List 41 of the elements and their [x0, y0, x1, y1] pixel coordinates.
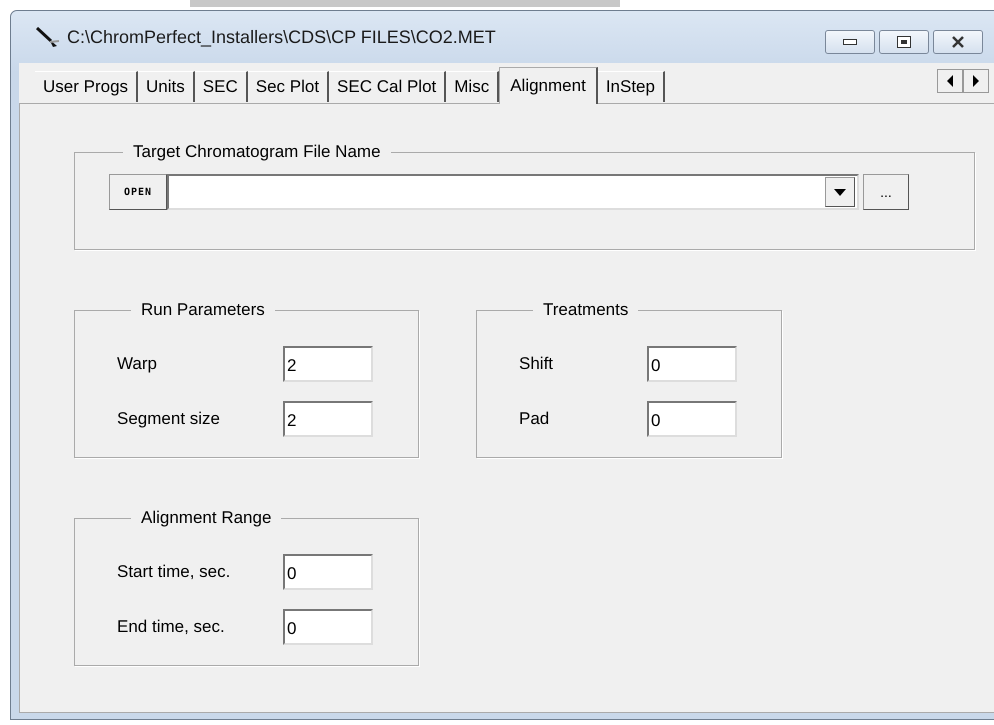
probe-icon [35, 25, 61, 49]
input-field[interactable]: 2 [283, 400, 373, 436]
scroll-right-button[interactable] [963, 69, 989, 93]
scroll-left-button[interactable] [937, 69, 963, 93]
dropdown-button[interactable] [825, 177, 855, 207]
field-label: End time, sec. [117, 616, 226, 636]
right-arrow-icon [972, 75, 980, 87]
field-label: Segment size [117, 408, 221, 428]
group-title: Run Parameters [140, 300, 266, 320]
group-title: Alignment Range [140, 508, 272, 528]
close-button[interactable] [933, 30, 983, 54]
tab[interactable]: InStep [598, 71, 665, 102]
open-button[interactable]: OPEN [109, 174, 167, 210]
minimize-button[interactable] [825, 30, 875, 54]
input-field[interactable]: 0 [647, 400, 737, 436]
input-field[interactable]: 0 [283, 554, 373, 590]
tab[interactable]: Units [138, 71, 195, 102]
field-label: Warp [117, 354, 158, 374]
tab[interactable]: SEC Cal Plot [329, 71, 446, 102]
tab[interactable]: Sec Plot [248, 71, 330, 102]
tab[interactable]: User Progs [35, 71, 138, 102]
input-field[interactable]: 0 [647, 346, 737, 382]
tab[interactable]: Misc [446, 71, 500, 102]
field-label: Pad [519, 408, 550, 428]
field-label: Start time, sec. [117, 562, 232, 582]
group-title: Treatments [542, 300, 630, 320]
window-title: C:\ChromPerfect_Installers\CDS\CP FILES\CO2.MET [67, 26, 496, 48]
group-title: Target Chromatogram File Name [132, 142, 382, 162]
close-icon [951, 36, 965, 48]
tab[interactable]: Alignment [499, 67, 598, 104]
field-label: Shift [519, 354, 554, 374]
input-field[interactable]: 0 [283, 608, 373, 644]
tab[interactable]: SEC [194, 71, 248, 102]
maximize-button[interactable] [879, 30, 929, 54]
minimize-icon [843, 39, 857, 45]
maximize-icon [897, 36, 911, 48]
left-arrow-icon [946, 75, 954, 87]
caret-down-icon [834, 188, 846, 196]
browse-button[interactable]: ... [863, 174, 909, 210]
file-combo-field[interactable] [167, 174, 859, 210]
input-field[interactable]: 2 [283, 346, 373, 382]
